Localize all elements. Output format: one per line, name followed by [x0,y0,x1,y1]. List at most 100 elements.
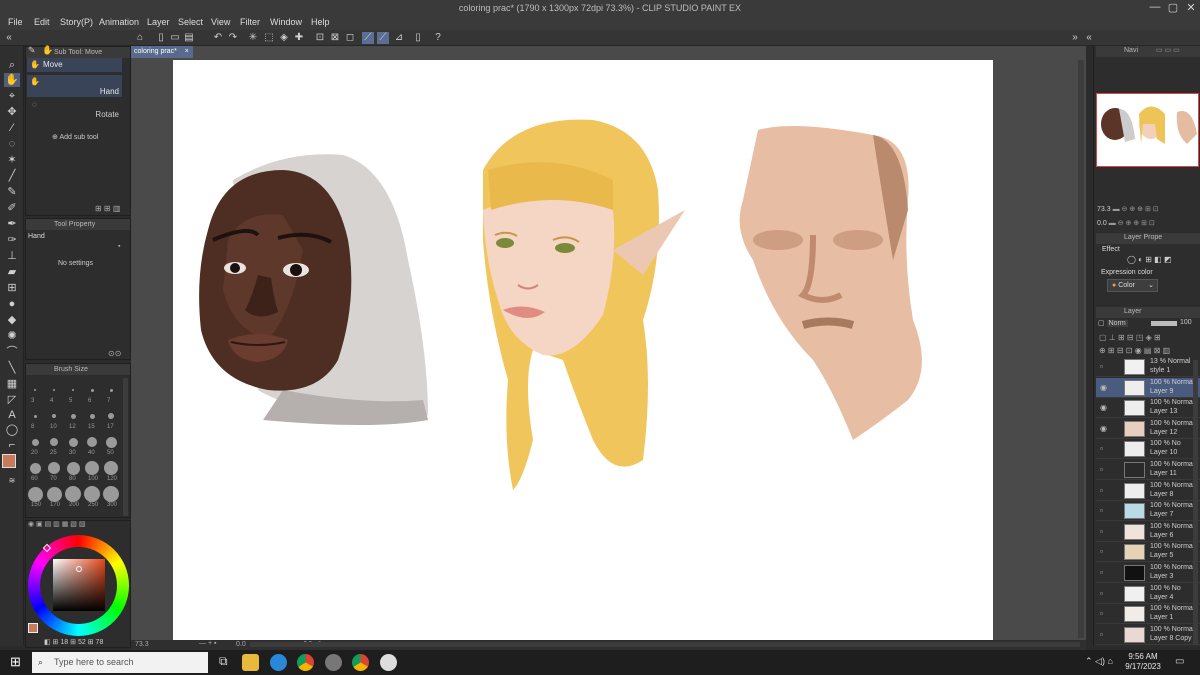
help-icon[interactable]: ? [432,32,444,44]
eye-hidden-icon[interactable]: ▫ [1100,527,1103,536]
navigator-preview[interactable] [1096,93,1199,167]
brush-size-dot[interactable] [50,438,58,446]
color-picker-cursor[interactable] [76,566,82,572]
blend-mode-select[interactable]: Norm [1106,320,1128,327]
pen-tool-icon[interactable]: ╱ [4,169,20,183]
brush-size-dot[interactable] [70,413,76,419]
layer-list-scrollbar[interactable] [1193,360,1198,645]
layer-row[interactable]: ▫ 100 % Normal Layer 7 [1096,501,1200,522]
eye-hidden-icon[interactable]: ▫ [1100,630,1103,639]
zoom-tool-icon[interactable]: ⌕ [4,58,20,72]
decoration-tool-icon[interactable]: ✑ [4,233,20,247]
brush-size-dot[interactable] [53,389,55,391]
menu-view[interactable]: View [211,17,230,27]
layer-row[interactable]: ▫ 100 % Normal Layer 8 Copy [1096,625,1200,645]
brush-size-scrollbar[interactable] [123,378,128,516]
balloon-tool-icon[interactable]: ◯ [4,423,20,437]
auto-select-tool-icon[interactable]: ✶ [4,153,20,167]
snap-grid-icon[interactable]: ⊿ [393,32,405,44]
menu-layer[interactable]: Layer [147,17,170,27]
brush-size-dot[interactable] [84,486,100,502]
layer-row[interactable]: ▫ 100 % Normal Layer 6 [1096,522,1200,542]
menu-story[interactable]: Story(P) [60,17,93,27]
layer-row[interactable]: ▫ 100 % No Layer 4 [1096,584,1200,604]
eye-hidden-icon[interactable]: ▫ [1100,568,1103,577]
snap-ruler-icon[interactable]: ⟋ [362,32,374,44]
figure-tool-icon[interactable]: ⌒ [4,345,20,359]
collapse-icon[interactable]: « [3,32,15,44]
clip-studio-icon[interactable] [325,654,342,671]
zoom-readout[interactable]: 73.3 [135,641,149,648]
filter-tool-icon[interactable]: ⊞ [4,281,20,295]
brush-size-dot[interactable] [33,414,37,418]
color-tabs-icons[interactable]: ◉ ▣ ▤ ▥ ▦ ▧ ▨ [28,520,85,528]
tray-icons[interactable]: ⌃ ◁) ⌂ [1085,656,1113,667]
main-color-swatch[interactable] [2,454,16,468]
task-view-icon[interactable]: ⧉ [219,654,228,669]
menu-edit[interactable]: Edit [34,17,50,27]
expand-icon[interactable]: « [1083,32,1095,44]
subtool-hand[interactable]: ✋ Hand [27,75,122,97]
brush-size-dot[interactable] [109,388,113,392]
layer-tool-icons[interactable]: ▢ ⊥ ⊞ ⊟ ◳ ◈ ⊞ [1099,333,1161,342]
transform-icon[interactable]: ⬚ [263,32,275,44]
minimize-button[interactable]: — [1147,1,1163,13]
chrome-profile-icon[interactable] [352,654,369,671]
subtool-rotate[interactable]: ◌ Rotate [27,99,122,121]
collapse-right-icon[interactable]: » [1069,32,1081,44]
brush-size-dot[interactable] [46,486,62,502]
brush-size-dot[interactable] [29,462,41,474]
eye-hidden-icon[interactable]: ▫ [1100,506,1103,515]
brush-size-dot[interactable] [105,436,117,448]
document-tab[interactable]: coloring prac* × [131,46,193,58]
expression-color-select[interactable]: ● Color ⌄ [1107,279,1158,292]
undo-icon[interactable]: ↶ [212,32,224,44]
layer-row[interactable]: ▫ 100 % Normal Layer 3 [1096,563,1200,583]
taskbar-clock[interactable]: 9:56 AM 9/17/2023 [1118,652,1168,672]
layer-row[interactable]: ◉ 100 % Normal Layer 12 [1096,419,1200,439]
eyedropper-tool-icon[interactable]: ⁄ [4,121,20,135]
new-file-icon[interactable]: ▯ [155,32,167,44]
add-subtool-button[interactable]: ⊕ Add sub tool [52,133,98,141]
lock-icon[interactable]: ▪ [118,243,120,250]
airbrush-tool-icon[interactable]: ✒ [4,217,20,231]
layer-row[interactable]: ◉ 100 % Normal Layer 13 [1096,398,1200,419]
menu-select[interactable]: Select [178,17,203,27]
line-tool-icon[interactable]: ╲ [4,361,20,375]
angle-readout[interactable]: 0.0 [236,641,246,648]
layer-row[interactable]: ▫ 100 % Normal Layer 11 [1096,460,1200,480]
eye-hidden-icon[interactable]: ▫ [1100,486,1103,495]
layer-row[interactable]: ◉ 100 % Normal Layer 9 [1096,377,1200,398]
brush-size-dot[interactable] [66,461,80,475]
navigator-tab-icons[interactable]: ▭ ▭ ▭ [1156,46,1180,54]
brush-size-dot[interactable] [89,413,95,419]
zoom-slider-icon[interactable]: ▬ ⊖ ⊕ ⊕ ⊞ ⊡ [1113,206,1159,213]
invert-selection-icon[interactable]: ◻ [344,32,356,44]
save-icon[interactable]: ▤ [183,32,195,44]
layer-row[interactable]: ▫ 100 % Normal Layer 1 [1096,604,1200,625]
frame-tool-icon[interactable]: ▦ [4,377,20,391]
open-file-icon[interactable]: ▭ [169,32,181,44]
chrome-icon[interactable] [297,654,314,671]
brush-size-dot[interactable] [72,389,74,391]
brush-size-dot[interactable] [65,486,81,502]
pencil-tool-icon[interactable]: ✎ [4,185,20,199]
redo-icon[interactable]: ↷ [227,32,239,44]
eye-hidden-icon[interactable]: ▫ [1100,589,1103,598]
transparent-color-icon[interactable]: ≋ [4,474,20,488]
layer-row[interactable]: ▫ 13 % Normal style 1 [1096,357,1200,377]
tool-property-settings-icon[interactable]: ⊙⊙ [108,349,121,358]
menu-filter[interactable]: Filter [240,17,260,27]
brush-size-dot[interactable] [52,414,56,418]
fill-icon[interactable]: ◈ [278,32,290,44]
layer-row[interactable]: ▫ 100 % Normal Layer 8 [1096,481,1200,501]
close-button[interactable]: ✕ [1183,1,1199,14]
blend-tool-icon[interactable]: ● [4,297,20,311]
rotate-slider-icon[interactable]: ▬ ⊖ ⊕ ⊕ ⊞ ⊡ [1109,220,1155,227]
eye-icon[interactable]: ◉ [1100,403,1107,412]
eye-icon[interactable]: ◉ [1100,424,1107,433]
canvas-paper[interactable] [173,60,993,641]
effect-icons[interactable]: ◯ ◐ ⊞ ◧ ◩ [1127,255,1172,264]
gradient-tool-icon[interactable]: ✺ [4,329,20,343]
edge-icon[interactable] [270,654,287,671]
